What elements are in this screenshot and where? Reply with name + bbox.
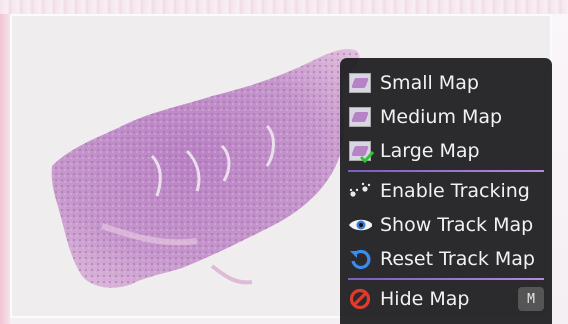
menu-item-label: Large Map [380, 140, 480, 162]
large-map-check-icon [348, 139, 374, 163]
eye-icon [348, 213, 372, 237]
reset-icon [348, 247, 372, 271]
menu-item-reset-track-map[interactable]: Reset Track Map [340, 242, 552, 276]
menu-item-show-track-map[interactable]: Show Track Map [340, 208, 552, 242]
shortcut-key-badge: M [518, 287, 544, 311]
menu-item-enable-tracking[interactable]: Enable Tracking [340, 174, 552, 208]
menu-item-label: Show Track Map [380, 214, 534, 236]
no-symbol-icon [348, 287, 372, 311]
menu-item-small-map[interactable]: Small Map [340, 66, 552, 100]
menu-item-label: Reset Track Map [380, 248, 535, 270]
slide-viewer[interactable]: Small Map Medium Map Large Map Enable Tr… [0, 0, 568, 324]
medium-map-icon [348, 105, 372, 129]
menu-item-label: Hide Map [380, 288, 470, 310]
menu-separator [348, 278, 544, 280]
menu-item-label: Enable Tracking [380, 180, 530, 202]
map-context-menu: Small Map Medium Map Large Map Enable Tr… [340, 58, 552, 324]
menu-item-large-map[interactable]: Large Map [340, 134, 552, 168]
menu-item-medium-map[interactable]: Medium Map [340, 100, 552, 134]
paw-tracking-icon [348, 179, 372, 203]
small-map-icon [348, 71, 372, 95]
menu-separator [348, 170, 544, 172]
menu-item-label: Medium Map [380, 106, 503, 128]
menu-item-label: Small Map [380, 72, 479, 94]
slide-left-edge [0, 14, 10, 324]
slide-edge-strip [0, 0, 568, 14]
menu-item-hide-map[interactable]: Hide Map M [340, 282, 552, 316]
